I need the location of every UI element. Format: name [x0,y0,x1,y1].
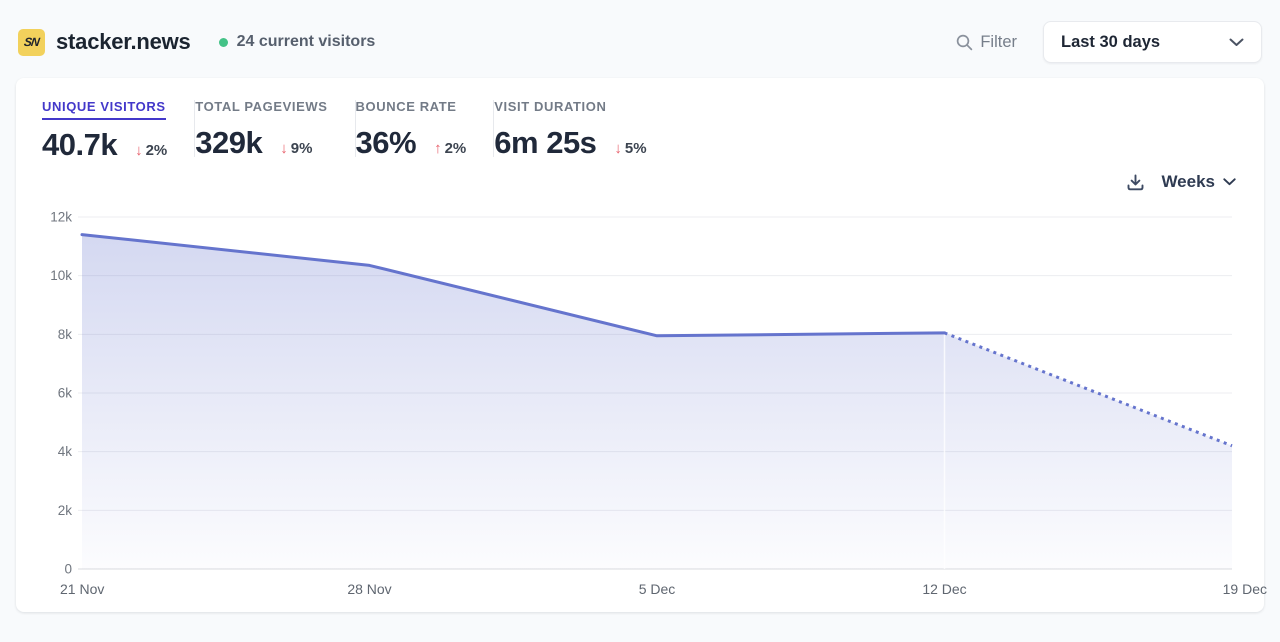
stat-label: TOTAL PAGEVIEWS [195,99,328,114]
stat-value: 6m 25s [494,125,597,160]
svg-text:6k: 6k [58,386,73,401]
stat-change: 9% [290,140,313,157]
download-button[interactable] [1126,173,1145,192]
y-axis-labels: 0 2k 4k 6k 8k 10k 12k [50,210,72,577]
arrow-up-icon: ↑ [434,140,442,157]
area-fill [82,234,1232,569]
visitors-chart: 0 2k 4k 6k 8k 10k 12k 21 Nov 28 Nov 5 Dec 12 Dec 1… [42,203,1267,603]
current-visitors-label: 24 current visitors [236,33,376,50]
stat-visit-duration[interactable]: VISIT DURATION 6m 25s ↓ 5% [494,98,673,161]
stats-row: UNIQUE VISITORS 40.7k ↓ 2% TOTAL PAGEVIEW… [42,98,1254,163]
live-visitors-dot-icon [218,37,228,47]
stat-label: BOUNCE RATE [355,99,457,114]
site-name[interactable]: stacker.news [56,29,191,55]
stat-label: UNIQUE VISITORS [42,99,166,120]
svg-text:10k: 10k [50,268,72,283]
current-visitors[interactable]: 24 current visitors [218,33,376,51]
chevron-down-icon [1229,38,1244,46]
svg-text:28 Nov: 28 Nov [347,581,391,597]
svg-text:2k: 2k [58,503,73,518]
chart-toolbar: Weeks [42,165,1254,199]
search-icon [957,34,973,50]
site-logo-text: SN [23,35,40,49]
arrow-down-icon: ↓ [135,142,143,159]
area-chart: 0 2k 4k 6k 8k 10k 12k 21 Nov 28 Nov 5 Dec 12 Dec 1… [50,210,1267,598]
stat-change: 5% [624,140,647,157]
stat-unique-visitors[interactable]: UNIQUE VISITORS 40.7k ↓ 2% [42,98,194,163]
svg-text:4k: 4k [58,444,73,459]
date-range-value: Last 30 days [1061,32,1161,51]
stat-value: 36% [355,125,417,160]
download-icon [1127,174,1144,190]
analytics-card: UNIQUE VISITORS 40.7k ↓ 2% TOTAL PAGEVIEW… [16,78,1267,612]
svg-text:0: 0 [64,562,72,577]
filter-button[interactable]: Filter [956,33,1017,52]
site-logo[interactable]: SN [18,28,45,56]
svg-text:21 Nov: 21 Nov [60,581,104,597]
x-axis-labels: 21 Nov 28 Nov 5 Dec 12 Dec 19 Dec [60,581,1267,597]
stat-change: 2% [444,140,467,157]
stat-change: 2% [145,142,168,159]
chevron-down-icon [1223,178,1236,186]
svg-text:5 Dec: 5 Dec [639,581,676,597]
svg-text:12k: 12k [50,210,72,225]
stat-total-pageviews[interactable]: TOTAL PAGEVIEWS 329k ↓ 9% [195,98,354,161]
filter-label: Filter [980,32,1017,51]
svg-text:8k: 8k [58,327,73,342]
arrow-down-icon: ↓ [614,140,622,157]
stat-value: 40.7k [42,127,118,162]
stat-label: VISIT DURATION [494,99,607,114]
svg-text:12 Dec: 12 Dec [922,581,966,597]
interval-value: Weeks [1161,172,1215,191]
svg-text:19 Dec: 19 Dec [1223,581,1267,597]
top-bar: SN stacker.news 24 current visitors Filt… [0,0,1280,78]
date-range-select[interactable]: Last 30 days [1043,21,1262,63]
stat-value: 329k [195,125,263,160]
interval-select[interactable]: Weeks [1161,172,1236,192]
stat-bounce-rate[interactable]: BOUNCE RATE 36% ↑ 2% [356,98,494,161]
arrow-down-icon: ↓ [280,140,288,157]
